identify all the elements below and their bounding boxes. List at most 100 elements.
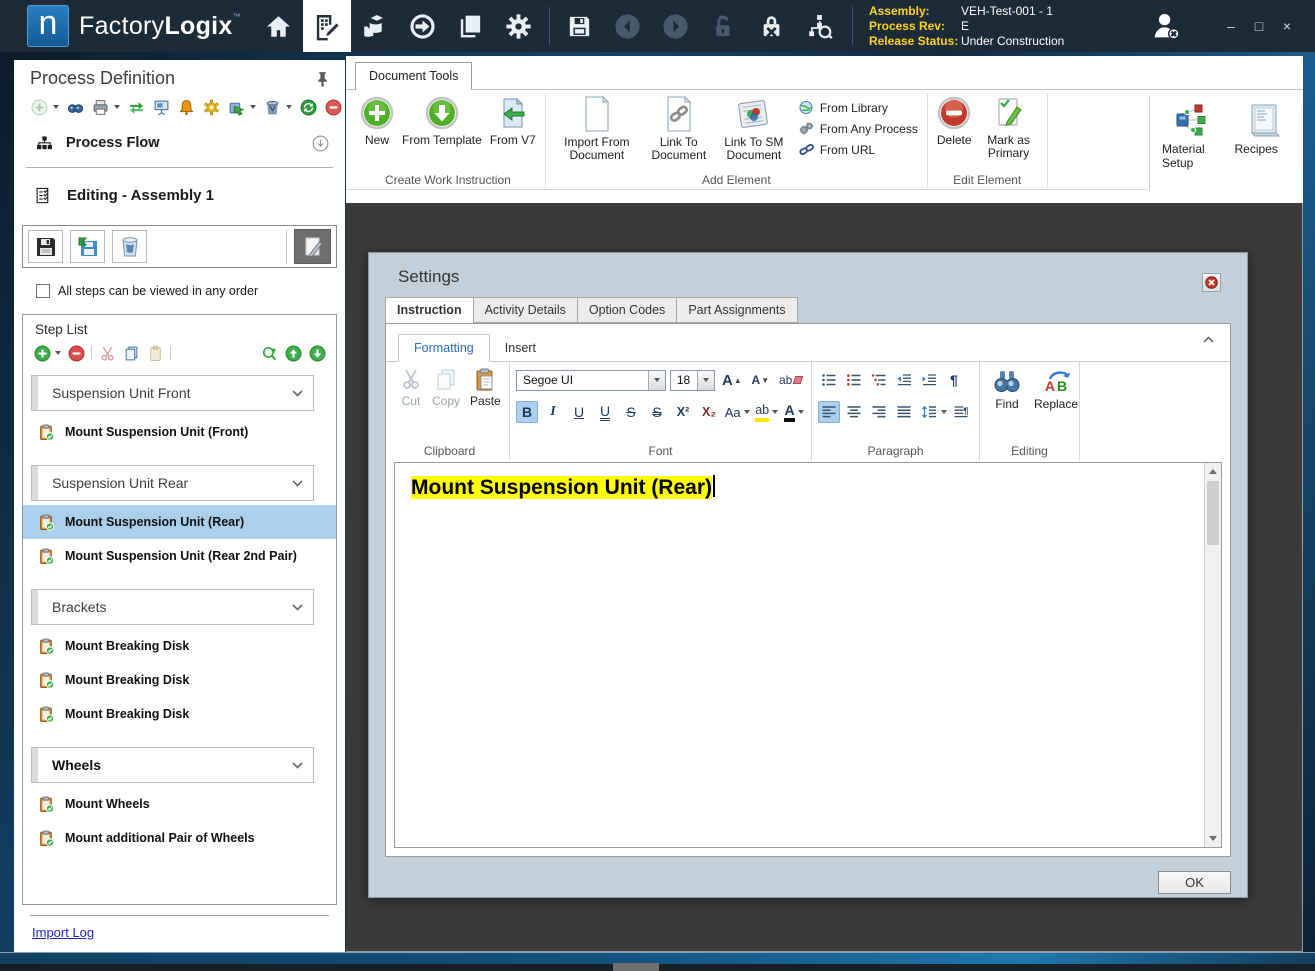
dialog-close-button[interactable] [1202, 273, 1221, 292]
tab-option-codes[interactable]: Option Codes [577, 297, 678, 323]
publish-dropdown-icon[interactable] [250, 105, 256, 109]
tab-document-tools[interactable]: Document Tools [355, 62, 473, 90]
minimize-button[interactable]: – [1219, 13, 1243, 39]
import-from-document-button[interactable]: Import From Document [551, 92, 643, 162]
settings-gear-icon[interactable] [495, 0, 543, 52]
process-definition-icon[interactable] [302, 0, 351, 52]
paste-step-icon[interactable] [146, 344, 164, 362]
from-v7-button[interactable]: From V7 [486, 92, 540, 147]
copy-button[interactable]: Copy [432, 368, 460, 408]
font-family-select[interactable]: Segoe UI [516, 369, 666, 391]
add-step-icon[interactable] [33, 344, 51, 362]
grow-font-button[interactable]: A ▲ [719, 369, 744, 391]
mark-as-primary-button[interactable]: Mark as Primary [976, 92, 1042, 160]
step-group[interactable]: Brackets [31, 589, 314, 626]
numbered-list-icon[interactable] [843, 369, 865, 391]
bullet-list-icon[interactable] [818, 369, 840, 391]
new-button[interactable]: New [356, 92, 398, 147]
copy-step-icon[interactable] [122, 344, 140, 362]
multilevel-list-icon[interactable] [868, 369, 890, 391]
gear-icon[interactable] [202, 98, 220, 116]
scroll-up-icon[interactable] [1205, 463, 1221, 480]
exchange-icon[interactable] [127, 98, 145, 116]
delete-element-button[interactable]: Delete [933, 92, 976, 147]
remove-icon[interactable] [324, 98, 342, 116]
delete-bucket-icon[interactable] [263, 98, 281, 116]
show-paragraph-marks-icon[interactable]: ¶ [943, 369, 965, 391]
font-size-select[interactable]: 18 [669, 369, 716, 391]
close-button[interactable]: × [1275, 13, 1299, 39]
double-strikethrough-button[interactable]: S [646, 401, 668, 423]
tab-insert[interactable]: Insert [490, 335, 551, 361]
materials-icon[interactable] [351, 0, 399, 52]
cut-button[interactable]: Cut [400, 368, 422, 408]
step-group[interactable]: Suspension Unit Front [31, 375, 314, 412]
shrink-font-button[interactable]: A ▼ [749, 369, 772, 391]
recipes-button[interactable]: Recipes [1235, 102, 1294, 156]
order-checkbox[interactable] [36, 284, 50, 299]
home-icon[interactable] [255, 0, 303, 52]
collapse-ribbon-icon[interactable] [1203, 336, 1214, 343]
expand-down-icon[interactable] [309, 132, 331, 154]
superscript-button[interactable]: X² [672, 401, 694, 423]
step-item[interactable]: Mount Wheels [23, 787, 336, 821]
ok-button[interactable]: OK [1158, 871, 1231, 894]
step-item[interactable]: Mount Breaking Disk [23, 629, 336, 663]
step-item[interactable]: Mount Breaking Disk [23, 663, 336, 697]
italic-button[interactable]: I [542, 401, 564, 423]
font-color-button[interactable]: A [783, 401, 805, 423]
link-to-document-button[interactable]: Link To Document [643, 92, 715, 162]
remove-step-icon[interactable] [67, 344, 85, 362]
logout-user-icon[interactable] [1143, 3, 1189, 49]
change-case-button[interactable]: Aa [724, 401, 750, 423]
from-template-button[interactable]: From Template [398, 92, 486, 147]
decrease-indent-icon[interactable] [893, 369, 915, 391]
from-library-button[interactable]: From Library [799, 100, 918, 115]
lock-close-icon[interactable] [748, 0, 796, 52]
save-icon[interactable] [556, 0, 604, 52]
save-document-button[interactable] [28, 230, 63, 264]
cut-step-icon[interactable] [98, 344, 116, 362]
tab-part-assignments[interactable]: Part Assignments [677, 297, 798, 323]
add-icon[interactable] [30, 98, 48, 116]
sync-icon[interactable] [399, 0, 447, 52]
maximize-button[interactable]: □ [1247, 13, 1271, 39]
process-flow-row[interactable]: Process Flow [14, 121, 345, 165]
import-document-button[interactable] [70, 230, 105, 264]
tab-activity-details[interactable]: Activity Details [473, 297, 578, 323]
step-item[interactable]: Mount Suspension Unit (Front) [23, 415, 336, 449]
documents-icon[interactable] [447, 0, 495, 52]
align-right-icon[interactable] [868, 401, 890, 423]
process-search-icon[interactable] [796, 0, 844, 52]
find-button[interactable]: Find [992, 368, 1022, 411]
line-spacing-dropdown-icon[interactable] [941, 410, 947, 414]
increase-indent-icon[interactable] [918, 369, 940, 391]
print-dropdown-icon[interactable] [114, 105, 120, 109]
tab-instruction[interactable]: Instruction [385, 297, 474, 324]
editor-scrollbar[interactable] [1204, 463, 1221, 847]
scrollbar-thumb[interactable] [1207, 481, 1219, 545]
text-highlight-button[interactable]: ab [754, 401, 779, 423]
add-dropdown-icon[interactable] [53, 105, 59, 109]
add-step-dropdown-icon[interactable] [55, 351, 61, 356]
pin-icon[interactable] [313, 70, 331, 88]
delete-document-button[interactable] [112, 230, 147, 264]
back-icon[interactable] [604, 0, 652, 52]
publish-icon[interactable] [227, 98, 245, 116]
step-item[interactable]: Mount Breaking Disk [23, 697, 336, 731]
bold-button[interactable]: B [516, 401, 538, 423]
from-any-process-button[interactable]: From Any Process [799, 121, 918, 136]
unlock-icon[interactable] [700, 0, 748, 52]
move-step-down-icon[interactable] [308, 344, 326, 362]
material-setup-button[interactable]: Material Setup [1162, 102, 1221, 170]
subscript-button[interactable]: X₂ [698, 401, 720, 423]
justify-icon[interactable] [893, 401, 915, 423]
tab-formatting[interactable]: Formatting [398, 334, 490, 362]
align-center-icon[interactable] [843, 401, 865, 423]
link-to-sm-document-button[interactable]: Link To SM Document [715, 92, 793, 162]
step-group[interactable]: Suspension Unit Rear [31, 465, 314, 502]
edit-work-instruction-button[interactable] [294, 229, 331, 265]
step-item[interactable]: Mount Suspension Unit (Rear 2nd Pair) [23, 539, 336, 573]
strikethrough-button[interactable]: S [620, 401, 642, 423]
print-icon[interactable] [91, 98, 109, 116]
